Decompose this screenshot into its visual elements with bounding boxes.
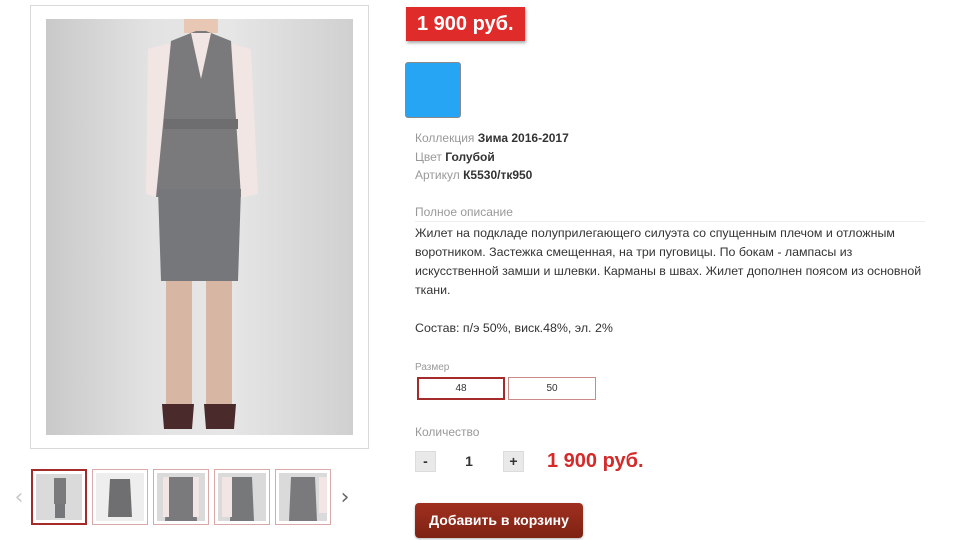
composition-text: Состав: п/э 50%, виск.48%, эл. 2% [415, 321, 613, 335]
thumbnail-prev-arrow-icon[interactable]: ‹ [10, 486, 28, 510]
total-price: 1 900 руб. [547, 450, 644, 472]
color-swatch[interactable] [405, 62, 461, 118]
main-product-photo[interactable] [30, 5, 369, 449]
thumbnail-image [218, 473, 266, 521]
add-to-cart-button[interactable]: Добавить в корзину [415, 503, 583, 538]
attribute-color: Цвет Голубой [415, 148, 495, 166]
thumbnail-closeup-icon [163, 477, 199, 521]
attribute-article: Артикул К5530/тк950 [415, 166, 532, 184]
thumbnail-image [96, 473, 144, 521]
description-text: Жилет на подкладе полуприлегающего силуэ… [415, 226, 922, 297]
price-badge: 1 900 руб. [406, 7, 525, 41]
attribute-key: Коллекция [415, 131, 475, 145]
description-heading: Полное описание [415, 205, 925, 222]
thumbnail-model-icon [54, 478, 66, 518]
thumbnail-side-icon [222, 477, 254, 521]
attribute-collection: Коллекция Зима 2016-2017 [415, 129, 569, 147]
thumbnail-4[interactable] [214, 469, 270, 525]
size-label: Размер [415, 362, 450, 373]
thumbnail-strip [31, 469, 331, 525]
attribute-key: Цвет [415, 150, 442, 164]
attribute-key: Артикул [415, 168, 460, 182]
quantity-value[interactable]: 1 [452, 451, 486, 472]
thumbnail-image [157, 473, 205, 521]
photo-stage [46, 19, 353, 435]
thumbnail-2[interactable] [92, 469, 148, 525]
size-option-50[interactable]: 50 [508, 377, 596, 400]
quantity-decrease-button[interactable]: - [415, 451, 436, 472]
thumbnail-image [36, 474, 82, 520]
thumbnail-5[interactable] [275, 469, 331, 525]
attribute-value: Зима 2016-2017 [477, 131, 569, 145]
attribute-value: Голубой [445, 150, 495, 164]
thumbnail-image [279, 473, 327, 521]
quantity-increase-button[interactable]: + [503, 451, 524, 472]
model-illustration [146, 19, 258, 429]
quantity-label: Количество [415, 425, 480, 439]
thumbnail-1[interactable] [31, 469, 87, 525]
thumbnail-next-arrow-icon[interactable]: › [336, 486, 354, 510]
thumbnail-vest-icon [108, 479, 132, 517]
thumbnail-3[interactable] [153, 469, 209, 525]
thumbnail-back-icon [289, 477, 327, 521]
size-option-48[interactable]: 48 [417, 377, 505, 400]
attribute-value: К5530/тк950 [463, 168, 533, 182]
